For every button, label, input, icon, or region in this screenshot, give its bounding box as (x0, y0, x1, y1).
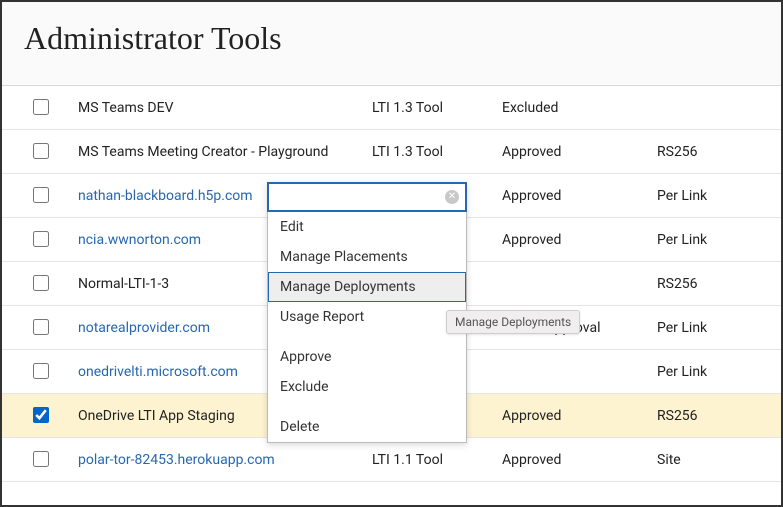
menu-search-input[interactable] (269, 184, 465, 210)
status: Excluded (502, 100, 657, 116)
menu-item-usage-report[interactable]: Usage Report (268, 302, 466, 332)
status: Approved (502, 452, 657, 468)
provider-name: MS Teams DEV (78, 100, 372, 116)
checkbox-cell (2, 184, 78, 207)
status: Approved (502, 408, 657, 424)
auth: RS256 (657, 144, 781, 160)
context-menu: ✕ EditManage PlacementsManage Deployment… (267, 182, 467, 443)
checkbox-cell (2, 404, 78, 427)
checkbox-cell (2, 316, 78, 339)
row-checkbox[interactable] (33, 99, 49, 115)
auth: Per Link (657, 364, 781, 380)
table-row: MS Teams Meeting Creator - PlaygroundLTI… (2, 130, 781, 174)
provider-name: MS Teams Meeting Creator - Playground (78, 144, 372, 160)
menu-item-manage-placements[interactable]: Manage Placements (268, 242, 466, 272)
row-checkbox[interactable] (33, 187, 49, 203)
provider-link[interactable]: polar-tor-82453.herokuapp.com (78, 452, 372, 468)
menu-search-wrap: ✕ (267, 182, 467, 212)
auth: RS256 (657, 408, 781, 424)
row-checkbox[interactable] (33, 451, 49, 467)
checkbox-cell (2, 228, 78, 251)
tool-type: LTI 1.3 Tool (372, 100, 502, 116)
checkbox-cell (2, 96, 78, 119)
row-checkbox[interactable] (33, 231, 49, 247)
row-checkbox[interactable] (33, 143, 49, 159)
auth: Per Link (657, 188, 781, 204)
page-title: Administrator Tools (24, 20, 781, 57)
checkbox-cell (2, 272, 78, 295)
row-checkbox[interactable] (33, 363, 49, 379)
auth: Per Link (657, 232, 781, 248)
status: Approved (502, 232, 657, 248)
table-row: MS Teams DEVLTI 1.3 ToolExcluded (2, 86, 781, 130)
auth: Per Link (657, 320, 781, 336)
clear-icon[interactable]: ✕ (445, 190, 459, 204)
checkbox-cell (2, 360, 78, 383)
checkbox-cell (2, 140, 78, 163)
menu-item-delete[interactable]: Delete (268, 412, 466, 442)
menu-item-exclude[interactable]: Exclude (268, 372, 466, 402)
row-checkbox[interactable] (33, 319, 49, 335)
table-row: polar-tor-82453.herokuapp.comLTI 1.1 Too… (2, 438, 781, 482)
row-checkbox[interactable] (33, 275, 49, 291)
checkbox-cell (2, 448, 78, 471)
menu-item-manage-deployments[interactable]: Manage Deployments (268, 272, 466, 302)
row-checkbox[interactable] (33, 407, 49, 423)
tooltip: Manage Deployments (446, 310, 580, 334)
menu-item-edit[interactable]: Edit (268, 212, 466, 242)
auth: RS256 (657, 276, 781, 292)
tool-type: LTI 1.1 Tool (372, 452, 502, 468)
status: Approved (502, 144, 657, 160)
auth: Site (657, 452, 781, 468)
page-header: Administrator Tools (2, 2, 781, 86)
tool-type: LTI 1.3 Tool (372, 144, 502, 160)
menu-item-approve[interactable]: Approve (268, 342, 466, 372)
status: Approved (502, 188, 657, 204)
